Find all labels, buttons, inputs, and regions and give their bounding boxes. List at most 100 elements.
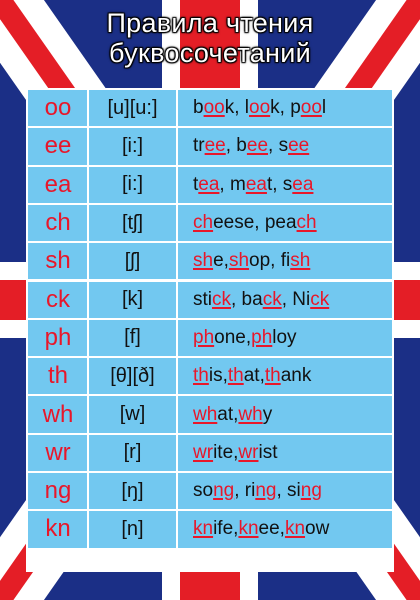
example-text: ite, bbox=[213, 441, 239, 463]
transcription: [n] bbox=[121, 517, 144, 540]
example-text: y bbox=[262, 403, 273, 425]
highlighted-letters: ea bbox=[198, 173, 220, 195]
example-text: ank bbox=[280, 365, 312, 387]
example-text: op, fi bbox=[249, 250, 291, 272]
example-words: ch eese, pea ch bbox=[177, 205, 392, 241]
transcription: [r] bbox=[123, 441, 142, 464]
example-text: k, l bbox=[224, 97, 249, 119]
example-words: sh e, sh op, fi sh bbox=[177, 243, 392, 279]
example-text: l bbox=[321, 97, 327, 119]
highlighted-letters: ch bbox=[193, 212, 214, 234]
example-words: b oo k, l oo k, p oo l bbox=[177, 90, 392, 126]
example-text: ee, bbox=[258, 518, 285, 540]
highlighted-letters: ph bbox=[251, 326, 273, 348]
example-words: th is, th at, th ank bbox=[177, 358, 392, 394]
example-text: e, bbox=[213, 250, 229, 272]
example-words: t ea, m ea t, s ea bbox=[177, 167, 392, 203]
transcription: [k] bbox=[121, 288, 144, 311]
example-text: is, bbox=[208, 365, 228, 387]
letter-combination: th bbox=[47, 362, 68, 390]
table-row: ch [tʃ] ch eese, pea ch bbox=[28, 204, 392, 242]
letter-combination: ng bbox=[44, 477, 72, 505]
example-words: sti ck, ba ck, Ni ck bbox=[177, 282, 392, 318]
highlighted-letters: oo bbox=[249, 97, 271, 119]
letter-combination: sh bbox=[45, 247, 71, 275]
highlighted-letters: oo bbox=[300, 97, 322, 119]
highlighted-letters: ng bbox=[300, 480, 322, 502]
letter-combination: wh bbox=[42, 400, 74, 428]
highlighted-letters: ee bbox=[246, 135, 269, 157]
example-text: one, bbox=[214, 326, 252, 348]
highlighted-letters: wh bbox=[193, 403, 218, 425]
table-row: ck [k] sti ck, ba ck, Ni ck bbox=[28, 281, 392, 318]
highlighted-letters: th bbox=[193, 365, 209, 387]
highlighted-letters: ck bbox=[310, 288, 330, 310]
letter-combination: ch bbox=[45, 209, 71, 237]
example-words: kn ife, kn ee, kn ow bbox=[177, 511, 392, 547]
title-line-2: буквосочетаний bbox=[108, 38, 311, 68]
example-text: sti bbox=[193, 288, 212, 310]
letter-combination: oo bbox=[44, 94, 72, 122]
transcription: [u][u:] bbox=[107, 96, 158, 119]
example-text: , ba bbox=[231, 288, 263, 310]
transcription: [ʃ] bbox=[124, 249, 141, 272]
transcription: [f] bbox=[124, 326, 141, 349]
letter-combination: wr bbox=[45, 438, 71, 466]
example-text: loy bbox=[272, 326, 297, 348]
highlighted-letters: ee bbox=[204, 135, 226, 157]
example-words: ph one, ph loy bbox=[177, 320, 392, 356]
rules-table: oo [u][u:] b oo k, l oo k, p oo l ee [i:] tr ee, b ee… bbox=[26, 88, 394, 572]
example-words: so ng, ri ng, si ng bbox=[177, 473, 392, 509]
highlighted-letters: ch bbox=[296, 212, 317, 234]
transcription: [tʃ] bbox=[121, 211, 144, 234]
highlighted-letters: th bbox=[264, 365, 281, 387]
example-words: wh at, wh y bbox=[177, 396, 392, 432]
highlighted-letters: ea bbox=[245, 173, 267, 195]
letter-combination: ee bbox=[44, 132, 72, 160]
example-text: ow bbox=[305, 518, 330, 540]
table-row: kn [n] kn ife, kn ee, kn ow bbox=[28, 511, 392, 548]
letter-combination: ea bbox=[44, 170, 72, 198]
table-row: ng [ŋ] so ng, ri ng, si ng bbox=[28, 473, 392, 510]
highlighted-letters: kn bbox=[193, 518, 214, 540]
highlighted-letters: ck bbox=[262, 288, 282, 310]
highlighted-letters: wh bbox=[238, 403, 263, 425]
example-text: at, bbox=[243, 365, 265, 387]
page-title: Правила чтения буквосочетаний bbox=[0, 8, 420, 68]
example-text: k, p bbox=[270, 97, 301, 119]
example-words: tr ee, b ee, s ee bbox=[177, 128, 392, 164]
highlighted-letters: ea bbox=[292, 173, 314, 195]
highlighted-letters: oo bbox=[203, 97, 225, 119]
example-text: , m bbox=[219, 173, 246, 195]
example-text: tr bbox=[193, 135, 205, 157]
highlighted-letters: ee bbox=[288, 135, 310, 157]
example-words: wr ite, wr ist bbox=[177, 435, 392, 471]
example-text: , si bbox=[276, 480, 301, 502]
example-text: eese, pea bbox=[213, 212, 297, 234]
table-row: ph [f] ph one, ph loy bbox=[28, 319, 392, 357]
table-row: ea [i:] t ea, m ea t, s ea bbox=[28, 166, 392, 203]
transcription: [w] bbox=[119, 403, 146, 426]
example-text: ife, bbox=[213, 518, 239, 540]
highlighted-letters: sh bbox=[228, 250, 250, 272]
highlighted-letters: wr bbox=[238, 441, 259, 463]
transcription: [i:] bbox=[121, 173, 144, 196]
example-text: b bbox=[193, 97, 204, 119]
table-row: th [θ][ð] th is, th at, th ank bbox=[28, 358, 392, 395]
example-text: at, bbox=[217, 403, 239, 425]
table-row: oo [u][u:] b oo k, l oo k, p oo l bbox=[28, 90, 392, 127]
highlighted-letters: sh bbox=[290, 250, 311, 272]
example-text: so bbox=[193, 480, 214, 502]
letter-combination: ck bbox=[46, 285, 70, 313]
example-text: , ri bbox=[234, 480, 256, 502]
highlighted-letters: ph bbox=[193, 326, 215, 348]
highlighted-letters: sh bbox=[193, 250, 214, 272]
highlighted-letters: th bbox=[227, 365, 244, 387]
highlighted-letters: ng bbox=[255, 480, 277, 502]
example-text: , Ni bbox=[281, 288, 311, 310]
letter-combination: ph bbox=[44, 323, 72, 351]
transcription: [i:] bbox=[121, 134, 144, 157]
table-row: wr [r] wr ite, wr ist bbox=[28, 434, 392, 471]
highlighted-letters: ng bbox=[213, 480, 235, 502]
example-text: , s bbox=[268, 135, 289, 157]
